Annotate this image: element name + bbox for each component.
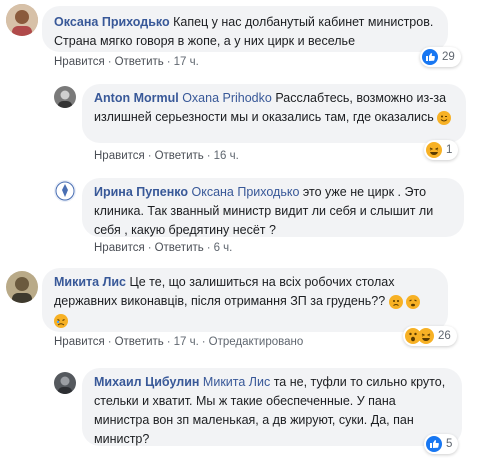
reaction-summary[interactable]: 1 [424, 140, 459, 160]
haha-icon [426, 142, 442, 158]
like-icon [422, 49, 438, 65]
comment-author[interactable]: Михаил Цибулин [94, 375, 199, 389]
comment-bubble: Микита Лис Це те, що залишиться на всіх … [42, 268, 448, 332]
avatar[interactable] [6, 4, 38, 36]
reaction-count: 1 [446, 144, 453, 156]
edited-label[interactable]: Отредактировано [209, 336, 304, 348]
avatar[interactable] [54, 86, 76, 108]
comment-actions: Нравится · Ответить · 6 ч. [94, 242, 233, 254]
comment-author[interactable]: Оксана Приходько [54, 15, 170, 29]
reaction-count: 29 [442, 51, 455, 63]
reaction-count: 26 [438, 330, 451, 342]
comment-bubble: Михаил Цибулин Микита Лис та не, туфли т… [82, 368, 462, 446]
timestamp[interactable]: 17 ч. [174, 56, 199, 68]
comment-author[interactable]: Anton Mormul [94, 91, 179, 105]
wink-emoji-icon [437, 110, 452, 125]
comment-actions: Нравится · Ответить · 17 ч. · Отредактировано [54, 336, 304, 348]
avatar[interactable] [6, 271, 38, 303]
tired-emoji-icon [406, 294, 421, 309]
reaction-count: 5 [446, 438, 453, 450]
mention-link[interactable]: Oxana Prihodko [182, 91, 272, 105]
mention-link[interactable]: Оксана Приходько [191, 185, 299, 199]
reaction-summary[interactable]: 29 [420, 47, 461, 67]
comment-author[interactable]: Микита Лис [54, 275, 126, 289]
like-link[interactable]: Нравится [94, 150, 145, 162]
comment-actions: Нравится · Ответить · 16 ч. [94, 150, 239, 162]
comment-bubble: Ирина Пупенко Оксана Приходько это уже н… [82, 178, 464, 237]
like-icon [426, 436, 442, 452]
reply-link[interactable]: Ответить [115, 336, 164, 348]
timestamp[interactable]: 6 ч. [214, 242, 233, 254]
comment-actions: Нравится · Ответить · 17 ч. [54, 56, 199, 68]
reply-link[interactable]: Ответить [155, 242, 204, 254]
avatar[interactable] [54, 372, 76, 394]
timestamp[interactable]: 17 ч. [174, 336, 199, 348]
crying-emoji-icon [54, 313, 68, 328]
mention-link[interactable]: Микита Лис [203, 375, 270, 389]
comment-bubble: Оксана Приходько Капец у нас долбанутый … [42, 6, 448, 52]
like-link[interactable]: Нравится [94, 242, 145, 254]
like-link[interactable]: Нравится [54, 56, 105, 68]
reaction-summary[interactable]: 5 [424, 434, 459, 454]
haha-icon [418, 328, 434, 344]
comment-bubble: Anton Mormul Oxana Prihodko Расслабтесь,… [82, 84, 466, 143]
timestamp[interactable]: 16 ч. [214, 150, 239, 162]
reply-link[interactable]: Ответить [155, 150, 204, 162]
reaction-summary[interactable]: 26 [403, 326, 457, 346]
sad-emoji-icon [388, 294, 403, 309]
comment-author[interactable]: Ирина Пупенко [94, 185, 188, 199]
reply-link[interactable]: Ответить [115, 56, 164, 68]
like-link[interactable]: Нравится [54, 336, 105, 348]
avatar[interactable] [54, 180, 76, 202]
